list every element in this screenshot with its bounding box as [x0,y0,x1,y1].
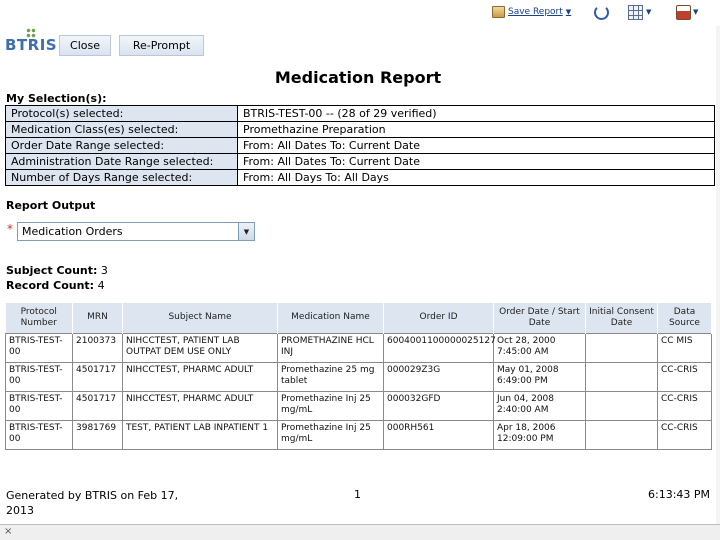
table-cell: Oct 28, 2000 7:45:00 AM [493,332,586,363]
chevron-down-icon[interactable]: ▼ [646,8,651,16]
selections-heading: My Selection(s): [6,92,107,105]
selection-label: Medication Class(es) selected: [5,121,238,138]
table-header-row: Protocol Number MRN Subject Name Medicat… [5,303,712,333]
selection-value: From: All Dates To: Current Date [237,137,715,154]
report-title: Medication Report [274,68,442,87]
table-cell: BTRIS-TEST-00 [5,419,73,450]
close-button[interactable]: Close [59,35,111,56]
table-cell: CC-CRIS [657,361,712,392]
table-cell: Promethazine Inj 25 mg/mL [277,390,384,421]
selection-row: Protocol(s) selected: BTRIS-TEST-00 -- (… [5,105,715,122]
table-cell: Promethazine 25 mg tablet [277,361,384,392]
required-marker: * [7,222,13,236]
selections-table: Protocol(s) selected: BTRIS-TEST-00 -- (… [5,105,715,186]
column-header[interactable]: MRN [72,303,123,333]
column-header[interactable]: Order Date / Start Date [493,303,586,333]
selection-label: Administration Date Range selected: [5,153,238,170]
table-row: BTRIS-TEST-00 4501717 NIHCCTEST, PHARMC … [5,390,712,421]
subject-count-label: Subject Count: [6,264,98,277]
record-count-label: Record Count: [6,279,95,292]
selection-value: Promethazine Preparation [237,121,715,138]
selection-label: Order Date Range selected: [5,137,238,154]
table-cell: Promethazine Inj 25 mg/mL [277,419,384,450]
table-row: BTRIS-TEST-00 4501717 NIHCCTEST, PHARMC … [5,361,712,392]
close-icon[interactable]: × [4,526,12,537]
table-cell: CC-CRIS [657,419,712,450]
record-count: Record Count: 4 [6,279,105,292]
generated-time: 6:13:43 PM [648,488,711,501]
table-cell: 2100373 [72,332,123,363]
generated-note: Generated by BTRIS on Feb 17, 2013 [6,489,179,517]
report-output-select[interactable]: Medication Orders ▼ [17,222,255,241]
report-output-selected: Medication Orders [22,225,123,238]
selection-row: Number of Days Range selected: From: All… [5,169,715,186]
table-cell: PROMETHAZINE HCL INJ [277,332,384,363]
table-row: BTRIS-TEST-00 2100373 NIHCCTEST, PATIENT… [5,332,712,363]
table-cell [585,361,658,392]
refresh-icon[interactable] [594,5,609,20]
btris-logo: BTRIS [5,28,58,64]
vertical-scrollbar[interactable] [716,26,720,524]
chevron-down-icon[interactable]: ▼ [566,8,571,16]
table-cell: May 01, 2008 6:49:00 PM [493,361,586,392]
subject-count: Subject Count: 3 [6,264,108,277]
table-cell: BTRIS-TEST-00 [5,390,73,421]
column-header[interactable]: Data Source [657,303,712,333]
chevron-down-icon[interactable]: ▼ [238,223,254,240]
table-cell: BTRIS-TEST-00 [5,332,73,363]
table-cell: NIHCCTEST, PHARMC ADULT [122,361,278,392]
selection-row: Administration Date Range selected: From… [5,153,715,170]
table-cell: BTRIS-TEST-00 [5,361,73,392]
column-header[interactable]: Initial Consent Date [585,303,658,333]
column-header[interactable]: Protocol Number [5,303,73,333]
export-icon[interactable] [676,5,691,20]
table-cell: NIHCCTEST, PATIENT LAB OUTPAT DEM USE ON… [122,332,278,363]
selection-value: BTRIS-TEST-00 -- (28 of 29 verified) [237,105,715,122]
table-cell: 000029Z3G [383,361,494,392]
table-cell: 4501717 [72,361,123,392]
logo-text: BTRIS [5,36,58,54]
table-cell [585,419,658,450]
table-view-icon[interactable] [628,5,643,20]
column-header[interactable]: Order ID [383,303,494,333]
medication-table: Protocol Number MRN Subject Name Medicat… [5,303,712,450]
table-cell [585,332,658,363]
selection-label: Number of Days Range selected: [5,169,238,186]
table-row: BTRIS-TEST-00 3981769 TEST, PATIENT LAB … [5,419,712,450]
table-cell: 4501717 [72,390,123,421]
save-report-button[interactable]: Save Report ▼ [492,6,571,18]
report-toolbar: Save Report ▼ ▼ ▼ [0,0,720,26]
table-cell: CC-CRIS [657,390,712,421]
table-cell: Jun 04, 2008 2:40:00 AM [493,390,586,421]
table-cell: 3981769 [72,419,123,450]
table-cell: NIHCCTEST, PHARMC ADULT [122,390,278,421]
reprompt-button[interactable]: Re-Prompt [119,35,204,56]
column-header[interactable]: Subject Name [122,303,278,333]
table-cell: 6004001100000025127 [383,332,496,363]
column-header[interactable]: Medication Name [277,303,384,333]
table-cell: Apr 18, 2006 12:09:00 PM [493,419,586,450]
selection-value: From: All Dates To: Current Date [237,153,715,170]
subject-count-value: 3 [100,264,108,277]
selection-label: Protocol(s) selected: [5,105,238,122]
table-cell: TEST, PATIENT LAB INPATIENT 1 [122,419,278,450]
save-report-label: Save Report [508,7,563,17]
selection-row: Medication Class(es) selected: Promethaz… [5,121,715,138]
report-output-heading: Report Output [6,199,96,212]
record-count-value: 4 [97,279,105,292]
save-report-icon [492,6,505,18]
table-cell: 000032GFD [383,390,494,421]
status-bar: × [0,524,720,540]
selection-row: Order Date Range selected: From: All Dat… [5,137,715,154]
table-cell [585,390,658,421]
selection-value: From: All Days To: All Days [237,169,715,186]
table-cell: 000RH561 [383,419,494,450]
page-number: 1 [354,488,361,501]
table-cell: CC MIS [657,332,712,363]
chevron-down-icon[interactable]: ▼ [693,8,698,16]
